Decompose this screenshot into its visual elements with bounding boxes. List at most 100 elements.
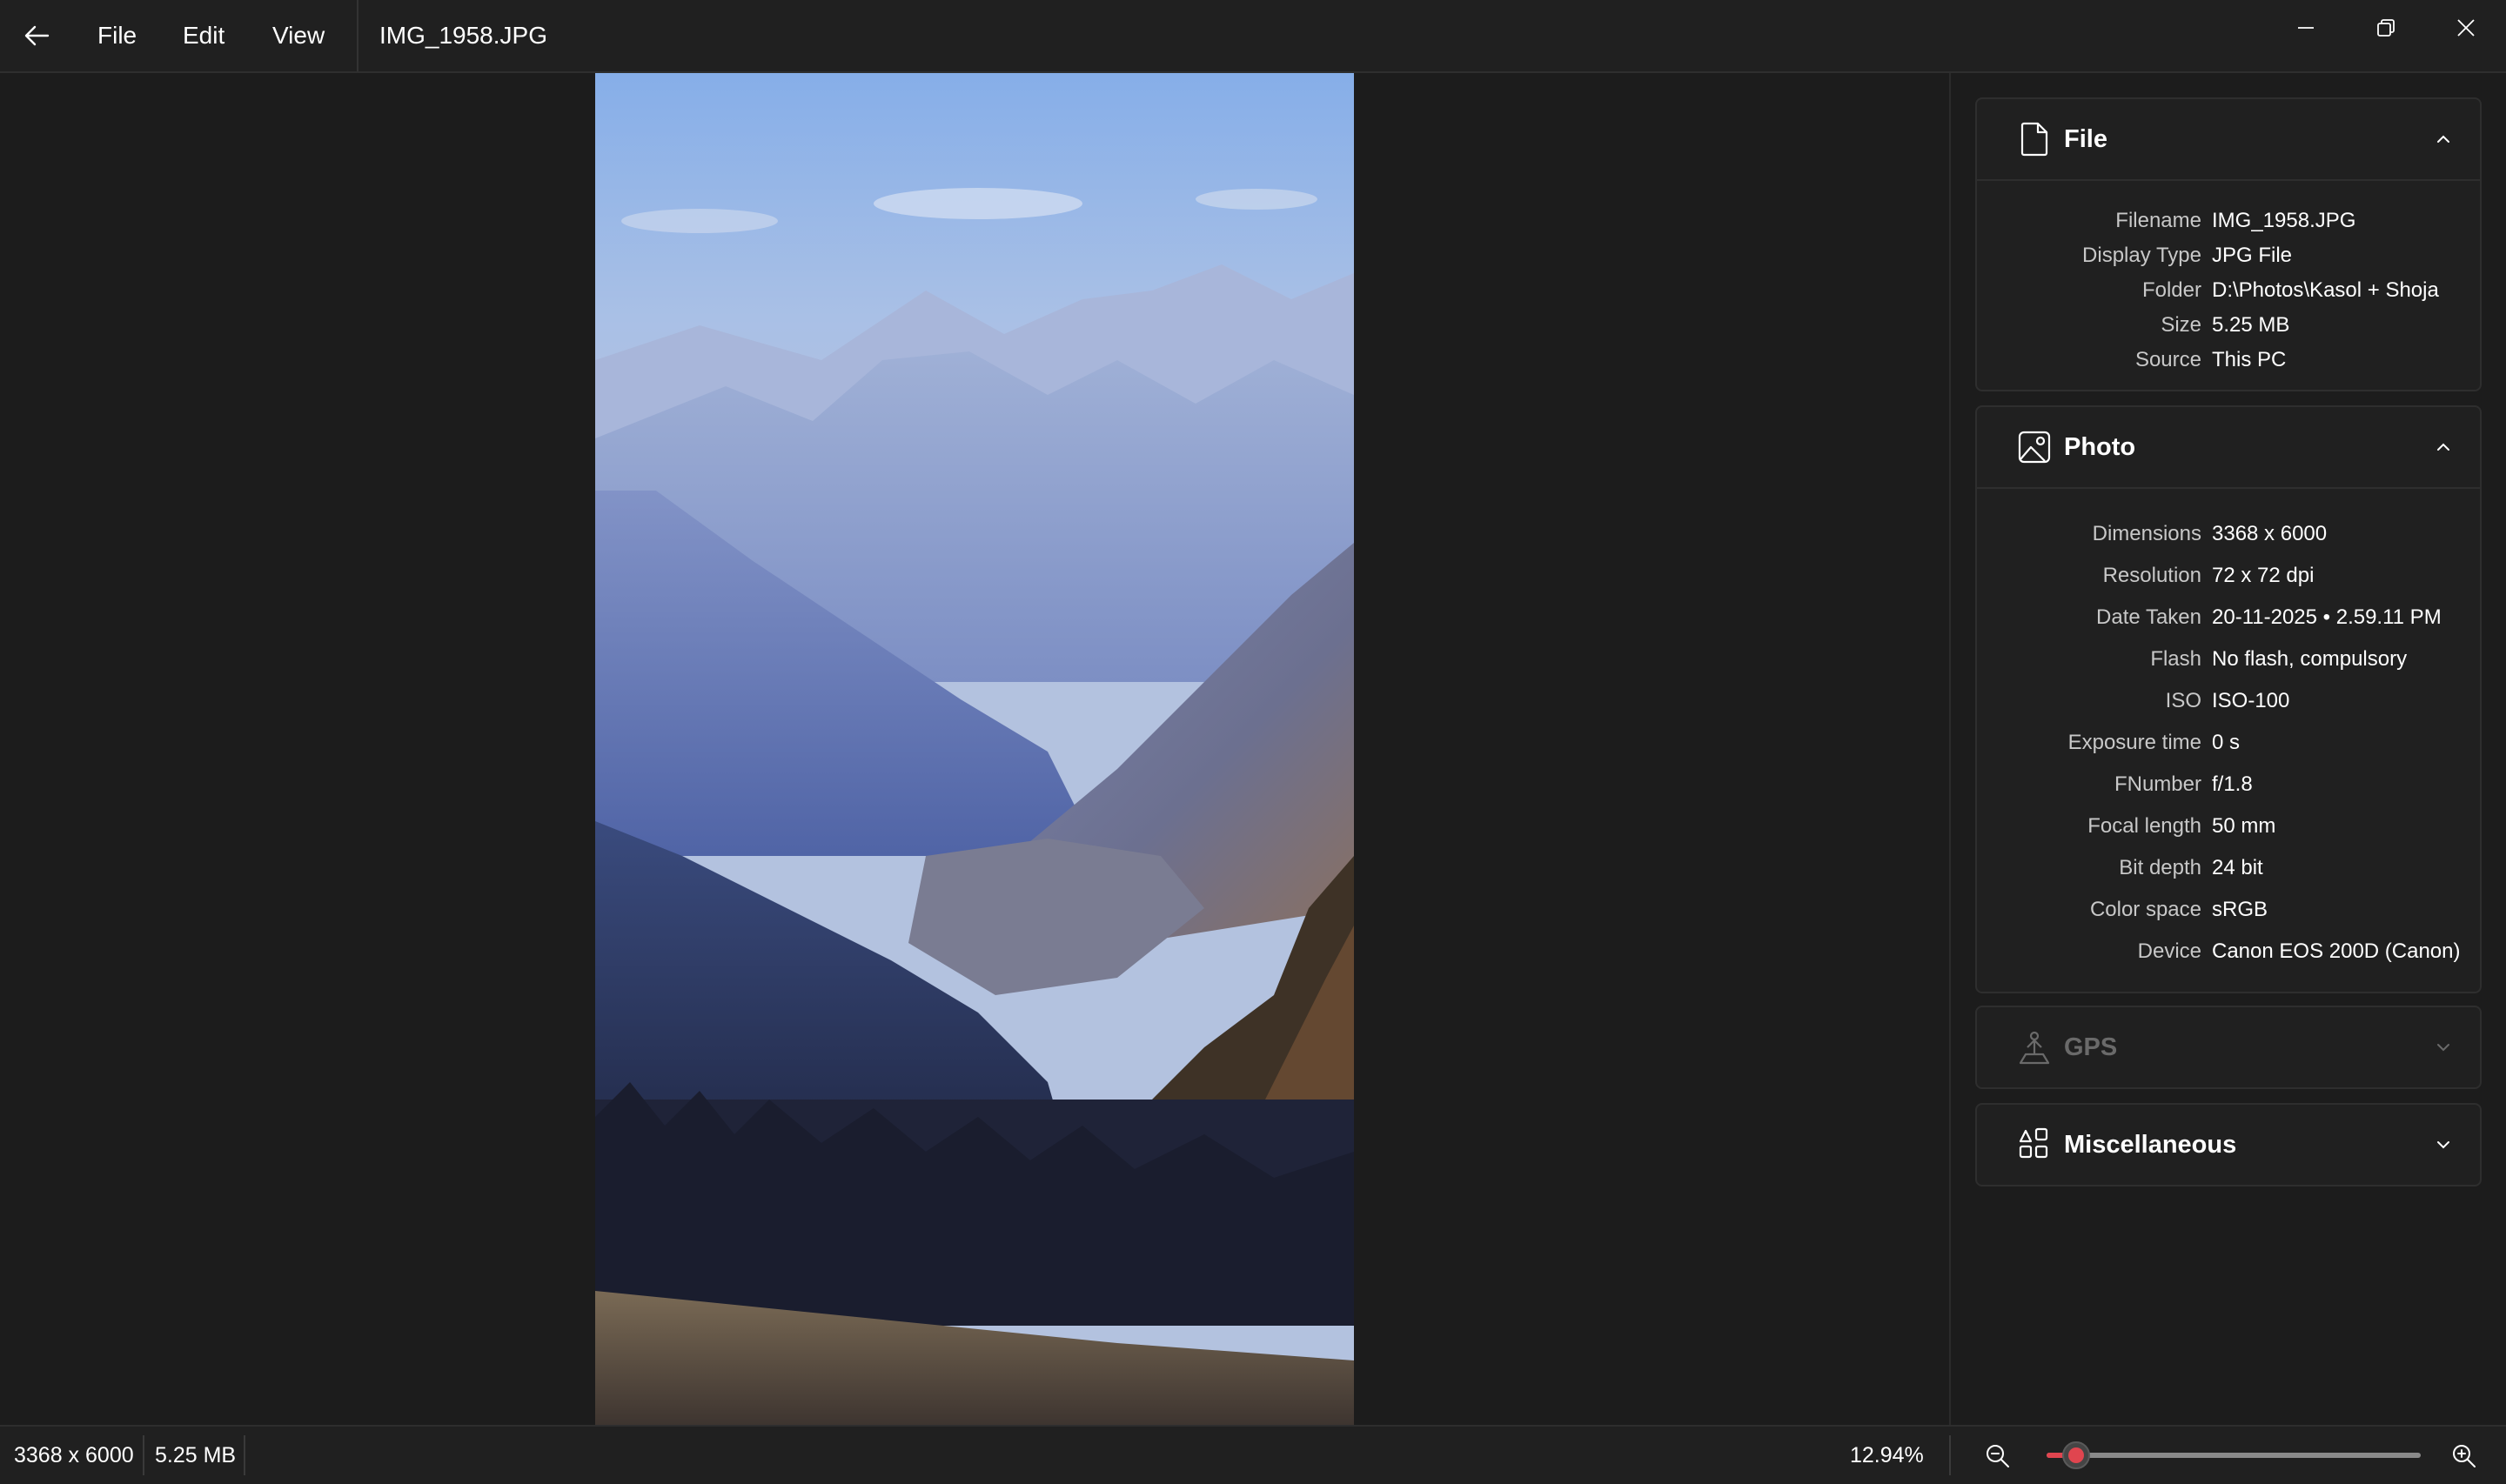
title-divider <box>357 0 358 71</box>
property-value: f/1.8 <box>2212 772 2253 796</box>
property-label: Date Taken <box>2096 605 2201 629</box>
file-title: IMG_1958.JPG <box>379 22 547 49</box>
restore-button[interactable] <box>2346 0 2426 56</box>
zoom-percentage[interactable]: 12.94% <box>1850 1427 1924 1484</box>
property-label: Resolution <box>2102 564 2201 587</box>
property-value: JPG File <box>2212 244 2293 267</box>
property-value: 20-11-2025 • 2.59.11 PM <box>2212 605 2442 629</box>
property-value: 72 x 72 dpi <box>2212 564 2315 587</box>
menu-file[interactable]: File <box>97 0 137 71</box>
property-label: Dimensions <box>2092 522 2201 545</box>
chevron-down-icon[interactable] <box>2428 1129 2459 1160</box>
menu-edit[interactable]: Edit <box>183 0 224 71</box>
property-label: Focal length <box>2087 814 2201 838</box>
file-section-title: File <box>2064 124 2107 153</box>
back-arrow-icon <box>24 25 50 46</box>
status-divider <box>1949 1435 1951 1475</box>
property-label: FNumber <box>2114 772 2201 796</box>
zoom-slider-thumb[interactable] <box>2062 1441 2090 1469</box>
property-label: Flash <box>2150 647 2201 671</box>
photo-section: Photo Dimensions 3368 x 6000 Resolution … <box>1975 405 2482 993</box>
property-label: Device <box>2137 939 2201 963</box>
property-value: 50 mm <box>2212 814 2276 838</box>
photo-viewer-window: File Edit View IMG_1958.JPG File Filenam… <box>0 0 2506 1484</box>
gps-section-header: GPS <box>1977 1007 2480 1087</box>
property-value: This PC <box>2212 348 2287 371</box>
property-row: Color space sRGB <box>1977 891 2480 926</box>
close-button[interactable] <box>2426 0 2506 56</box>
property-value: 24 bit <box>2212 856 2263 879</box>
property-row: Device Canon EOS 200D (Canon) <box>1977 933 2480 967</box>
status-divider <box>143 1435 144 1475</box>
zoom-slider-track[interactable] <box>2047 1453 2421 1458</box>
property-row: FNumber f/1.8 <box>1977 765 2480 800</box>
photo-image <box>595 73 1354 1425</box>
property-row: Dimensions 3368 x 6000 <box>1977 515 2480 550</box>
chevron-down-icon <box>2437 1044 2449 1052</box>
divider <box>1977 487 2480 489</box>
property-row: Display Type JPG File <box>1977 237 2480 271</box>
location-person-icon <box>2019 1031 2050 1065</box>
property-value: ISO-100 <box>2212 689 2290 712</box>
property-row: Exposure time 0 s <box>1977 724 2480 759</box>
property-row: Bit depth 24 bit <box>1977 849 2480 884</box>
property-row: Resolution 72 x 72 dpi <box>1977 557 2480 592</box>
property-value: 5.25 MB <box>2212 313 2290 337</box>
miscellaneous-section-header[interactable]: Miscellaneous <box>1977 1105 2480 1185</box>
zoom-in-icon <box>2453 1445 2476 1467</box>
shapes-icon <box>2019 1127 2048 1159</box>
miscellaneous-section: Miscellaneous <box>1975 1103 2482 1187</box>
close-icon <box>2457 19 2475 37</box>
chevron-up-icon[interactable] <box>2428 431 2459 463</box>
file-section: File Filename IMG_1958.JPG Display Type … <box>1975 97 2482 391</box>
property-row: Size 5.25 MB <box>1977 306 2480 341</box>
title-bar: File Edit View IMG_1958.JPG <box>0 0 2506 73</box>
status-file-size: 5.25 MB <box>155 1442 237 1467</box>
restore-icon <box>2377 19 2395 37</box>
property-value: IMG_1958.JPG <box>2212 209 2356 232</box>
property-value: 0 s <box>2212 731 2241 754</box>
property-label: Color space <box>2089 898 2201 921</box>
menu-view[interactable]: View <box>272 0 325 71</box>
photo-section-header[interactable]: Photo <box>1977 407 2480 487</box>
miscellaneous-section-title: Miscellaneous <box>2064 1130 2237 1159</box>
property-row: Focal length 50 mm <box>1977 807 2480 842</box>
chevron-up-icon[interactable] <box>2428 124 2459 155</box>
document-icon <box>2020 122 2048 157</box>
status-divider <box>244 1435 245 1475</box>
divider <box>1977 179 2480 181</box>
property-value: 3368 x 6000 <box>2212 522 2328 545</box>
image-canvas[interactable] <box>0 73 1949 1425</box>
property-label: Folder <box>2141 278 2201 302</box>
file-section-header[interactable]: File <box>1977 99 2480 179</box>
property-row: ISO ISO-100 <box>1977 682 2480 717</box>
property-value: No flash, compulsory <box>2212 647 2408 671</box>
photo-section-title: Photo <box>2064 432 2136 461</box>
minimize-button[interactable] <box>2266 0 2346 56</box>
property-label: Source <box>2134 348 2201 371</box>
status-dimensions: 3368 x 6000 <box>14 1442 134 1467</box>
image-icon <box>2018 431 2051 464</box>
property-row: Flash No flash, compulsory <box>1977 640 2480 675</box>
back-button[interactable] <box>12 12 61 59</box>
property-value: sRGB <box>2212 898 2268 921</box>
gps-section: GPS <box>1975 1006 2482 1089</box>
zoom-in-button[interactable] <box>2445 1437 2483 1475</box>
property-label: Bit depth <box>2119 856 2201 879</box>
property-label: ISO <box>2165 689 2201 712</box>
property-row: Date Taken 20-11-2025 • 2.59.11 PM <box>1977 598 2480 633</box>
property-label: Size <box>2161 313 2201 337</box>
property-label: Filename <box>2115 209 2201 232</box>
property-row: Folder D:\Photos\Kasol + Shoja <box>1977 271 2480 306</box>
zoom-out-button[interactable] <box>1979 1437 2017 1475</box>
folder-link[interactable]: D:\Photos\Kasol + Shoja <box>2212 278 2439 303</box>
zoom-out-icon <box>1987 1445 2009 1467</box>
minimize-icon <box>2298 27 2314 29</box>
info-panel: File Filename IMG_1958.JPG Display Type … <box>1951 73 2506 1425</box>
property-value: Canon EOS 200D (Canon) <box>2212 939 2461 963</box>
gps-section-title: GPS <box>2064 1033 2118 1061</box>
property-label: Exposure time <box>2067 731 2201 754</box>
property-row: Filename IMG_1958.JPG <box>1977 202 2480 237</box>
property-label: Display Type <box>2082 244 2201 267</box>
property-row: Source This PC <box>1977 341 2480 376</box>
